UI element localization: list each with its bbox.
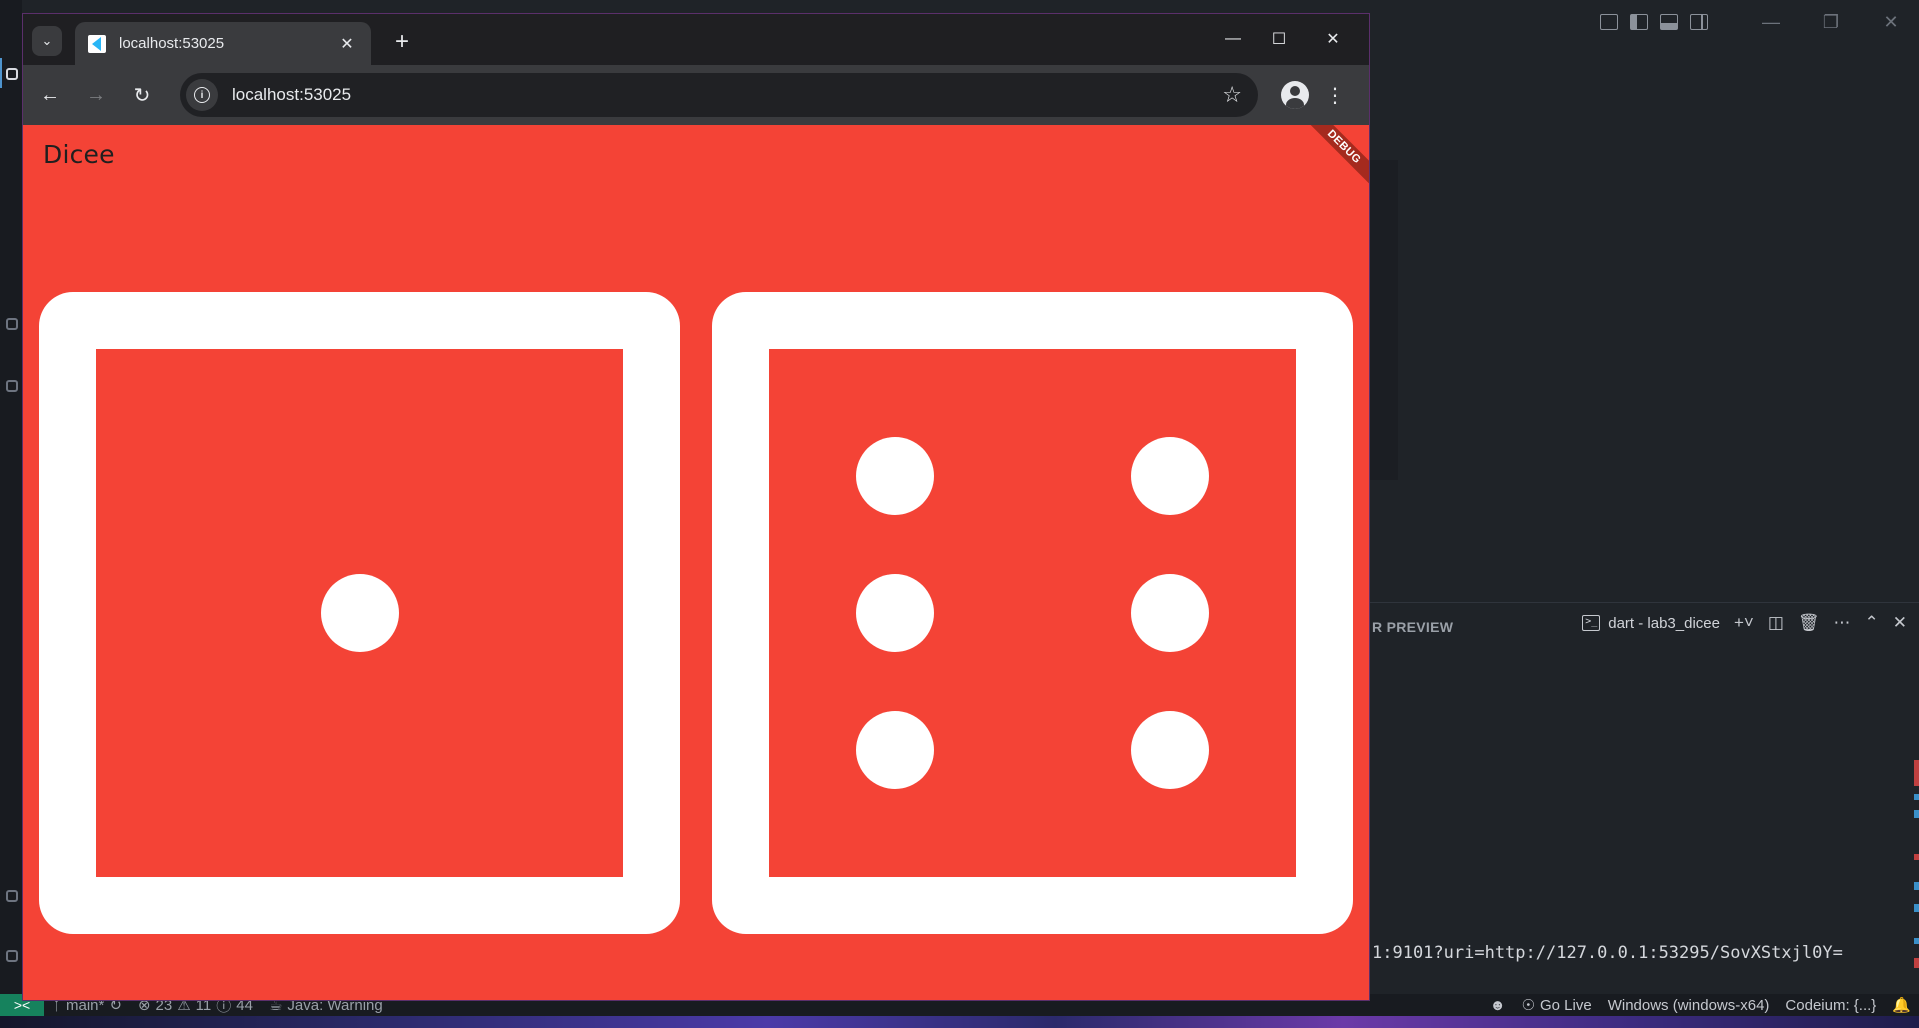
url-text[interactable]: localhost:53025: [232, 85, 1222, 105]
chevron-down-icon[interactable]: ⌄: [32, 26, 62, 56]
terminal-output-line: 1:9101?uri=http://127.0.0.1:53295/SovXSt…: [1372, 943, 1843, 963]
minimize-icon[interactable]: —: [1210, 24, 1256, 54]
address-bar[interactable]: i localhost:53025 ☆: [180, 73, 1258, 117]
close-icon[interactable]: ✕: [335, 32, 359, 56]
arrow-left-icon[interactable]: ←: [34, 79, 66, 111]
star-icon[interactable]: ☆: [1222, 82, 1242, 108]
status-bar-right: ☻ ☉ Go Live Windows (windows-x64) Codeiu…: [1482, 994, 1919, 1016]
customize-layout-icon[interactable]: [1600, 14, 1618, 30]
die-pip: [1130, 711, 1209, 790]
extensions-icon[interactable]: [6, 318, 18, 330]
dice-row: [39, 292, 1353, 934]
terminal-icon: >_: [1582, 615, 1601, 631]
vscode-panel: R PREVIEW >_ dart - lab3_dicee +˅ ◫ 🗑 ⋯ …: [1370, 602, 1919, 994]
activity-accent: [0, 58, 2, 88]
tab-title: localhost:53025: [119, 35, 225, 52]
die-pip: [856, 711, 935, 790]
terminal-name: dart - lab3_dicee: [1608, 614, 1720, 632]
new-terminal-icon[interactable]: +˅: [1734, 613, 1754, 633]
left-die-button[interactable]: [39, 292, 680, 934]
scroll-marker: [1914, 882, 1919, 890]
more-actions-icon[interactable]: ⋯: [1834, 613, 1851, 633]
die-pip: [1130, 574, 1209, 652]
terminal-selector[interactable]: >_ dart - lab3_dicee: [1582, 615, 1720, 632]
scroll-marker: [1914, 854, 1919, 860]
settings-icon[interactable]: [6, 950, 18, 962]
desktop-taskbar: [0, 1016, 1919, 1028]
editor-shadow: [1370, 160, 1398, 480]
die-pip: [1130, 436, 1209, 515]
kebab-menu-icon[interactable]: ⋮: [1319, 79, 1351, 111]
maximize-icon[interactable]: ☐: [1256, 24, 1302, 54]
toggle-sidebar-icon[interactable]: [1630, 14, 1648, 30]
codeium-status[interactable]: Codeium: {...}: [1777, 997, 1884, 1014]
toggle-panel-icon[interactable]: [1660, 14, 1678, 30]
browser-tab[interactable]: localhost:53025 ✕: [75, 22, 371, 65]
activity-bar: [0, 0, 22, 994]
explorer-icon[interactable]: [6, 68, 18, 80]
scroll-marker: [1914, 958, 1919, 968]
scroll-marker: [1914, 938, 1919, 944]
tab-strip: ⌄ localhost:53025 ✕ + — ☐ ✕: [23, 14, 1369, 65]
platform-status[interactable]: Windows (windows-x64): [1600, 997, 1778, 1014]
toggle-secondary-sidebar-icon[interactable]: [1690, 14, 1708, 30]
scroll-marker: [1914, 794, 1919, 800]
vscode-restore-icon[interactable]: ❐: [1808, 10, 1854, 34]
info-icon: i: [194, 87, 210, 103]
die-face: [96, 349, 623, 877]
right-die-button[interactable]: [712, 292, 1353, 934]
layout-controls: [1600, 10, 1708, 34]
notifications-icon[interactable]: 🔔: [1884, 996, 1919, 1014]
plus-icon[interactable]: +: [388, 28, 416, 56]
site-info-button[interactable]: i: [186, 79, 218, 111]
browser-window: ⌄ localhost:53025 ✕ + — ☐ ✕ ← → ↻ i loca…: [22, 13, 1370, 1001]
terminal-scroll-markers: [1913, 668, 1919, 998]
go-live-status[interactable]: ☉ Go Live: [1514, 996, 1600, 1015]
split-terminal-icon[interactable]: ◫: [1768, 613, 1784, 633]
die-pip: [856, 436, 935, 515]
broadcast-icon: ☉: [1521, 997, 1535, 1014]
scroll-marker: [1914, 760, 1919, 786]
go-live-label: Go Live: [1540, 996, 1592, 1014]
panel-toolbar: >_ dart - lab3_dicee +˅ ◫ 🗑 ⋯ ⌃ ✕: [1582, 613, 1907, 633]
vscode-minimize-icon[interactable]: —: [1748, 10, 1794, 34]
flutter-app: Dicee DEBUG: [23, 125, 1369, 1000]
profile-icon[interactable]: [1281, 81, 1309, 109]
trash-icon[interactable]: 🗑: [1798, 613, 1820, 633]
app-bar-title: Dicee: [43, 140, 115, 169]
debug-banner: DEBUG: [1299, 125, 1369, 192]
maximize-panel-icon[interactable]: ⌃: [1865, 613, 1879, 633]
close-panel-icon[interactable]: ✕: [1893, 613, 1907, 633]
vscode-close-icon[interactable]: ✕: [1868, 10, 1914, 34]
flutter-favicon-icon: [88, 34, 106, 53]
source-control-icon[interactable]: [6, 380, 18, 392]
account-icon[interactable]: [6, 890, 18, 902]
window-close-icon[interactable]: ✕: [1310, 24, 1356, 54]
scroll-marker: [1914, 904, 1919, 912]
reload-icon[interactable]: ↻: [126, 79, 158, 111]
die-pip: [856, 574, 935, 652]
die-pip: [320, 574, 399, 652]
browser-toolbar: ← → ↻ i localhost:53025 ☆ ⋮: [23, 65, 1369, 125]
die-face: [769, 349, 1296, 877]
scroll-marker: [1914, 810, 1919, 818]
arrow-right-icon[interactable]: →: [80, 79, 112, 111]
panel-tab-preview[interactable]: R PREVIEW: [1372, 619, 1453, 635]
copilot-icon[interactable]: ☻: [1482, 997, 1514, 1014]
